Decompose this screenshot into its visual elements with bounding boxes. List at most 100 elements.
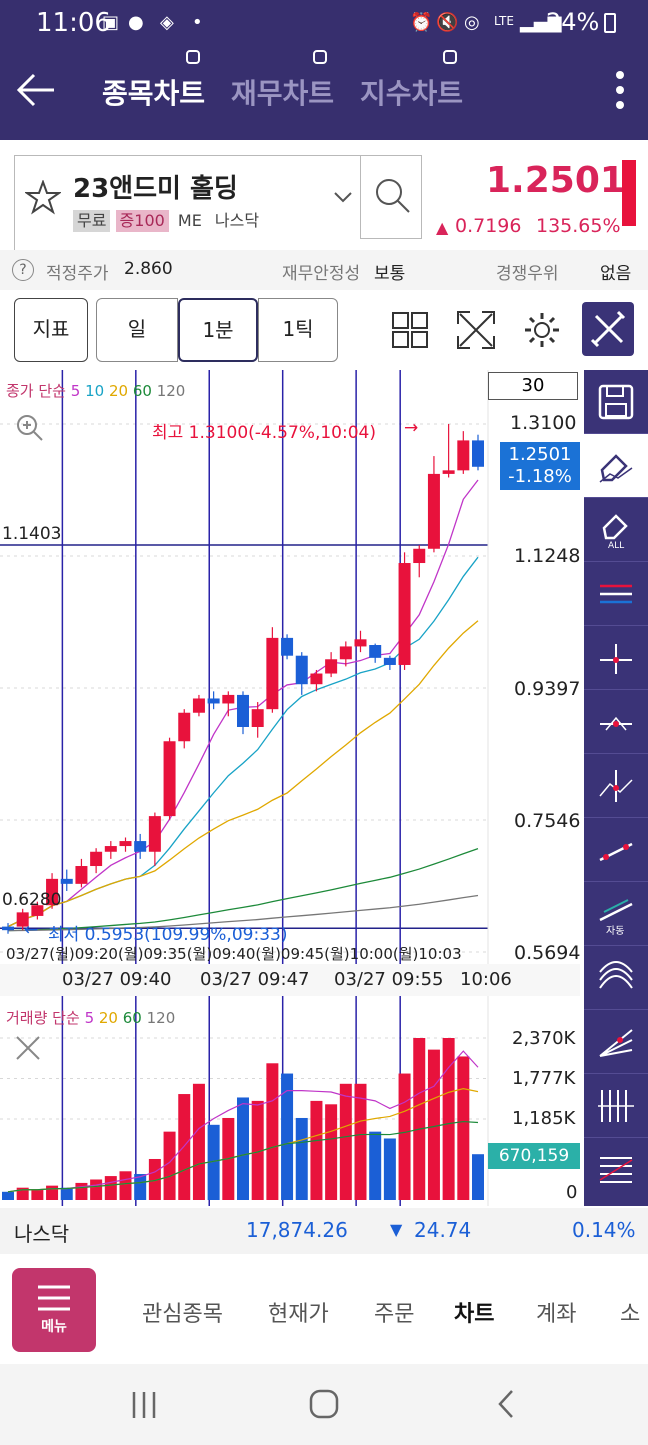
ma-legend-prefix: 종가 단순 <box>6 382 66 400</box>
search-button[interactable] <box>360 155 422 239</box>
vol-y-label-0: 2,370K <box>512 1028 576 1049</box>
period-1min-button[interactable]: 1분 <box>178 298 258 362</box>
nav-watchlist[interactable]: 관심종목 <box>142 1296 223 1328</box>
candle <box>457 431 470 474</box>
x-label-1: 03/27 09:47 <box>200 969 310 990</box>
auto-trend-button[interactable]: 자동 <box>584 882 648 946</box>
ma-legend[interactable]: 종가 단순 5 10 20 60 120 <box>6 380 185 401</box>
nav-account[interactable]: 계좌 <box>536 1296 576 1328</box>
trend-line-button[interactable] <box>584 818 648 882</box>
candle <box>222 691 235 717</box>
tab-financial-chart[interactable]: 재무차트 <box>231 72 334 112</box>
x-label-2: 03/27 09:55 <box>334 969 444 990</box>
tab-stock-chart[interactable]: 종목차트 <box>102 72 205 112</box>
index-change-pct: 0.14% <box>572 1218 636 1242</box>
tab-index-chart[interactable]: 지수차트 <box>360 72 463 112</box>
candle-body <box>442 470 455 474</box>
candle <box>442 424 455 478</box>
volume-bar <box>237 1097 249 1200</box>
vertical-line-button[interactable] <box>584 754 648 818</box>
layout-grid-icon[interactable] <box>392 312 428 348</box>
eraser-button[interactable] <box>584 434 648 498</box>
price-chart[interactable] <box>0 370 580 1206</box>
volume-bar <box>427 1049 440 1200</box>
period-1tick-button[interactable]: 1틱 <box>258 298 338 362</box>
drawing-tools-button[interactable] <box>582 302 634 356</box>
time-cycle-icon <box>598 1090 634 1122</box>
hcl-line-button[interactable] <box>584 562 648 626</box>
erase-all-icon: ALL <box>602 514 628 551</box>
volume-bar <box>383 1138 396 1200</box>
candle <box>266 627 279 713</box>
vertical-line-icon <box>599 770 633 802</box>
vol-legend-prefix: 거래량 단순 <box>6 1009 80 1027</box>
period-day-button[interactable]: 일 <box>96 298 178 362</box>
candle-body <box>237 694 249 727</box>
fullscreen-icon[interactable] <box>456 310 496 350</box>
candle <box>281 634 294 660</box>
recent-apps-icon[interactable] <box>130 1390 158 1420</box>
period-count-box[interactable]: 30 <box>488 372 578 400</box>
candle <box>398 552 411 670</box>
battery-level: 24% <box>546 8 600 36</box>
drawing-toolbar: ALL 자동 <box>584 370 648 1206</box>
tab-badge-icon <box>443 50 457 64</box>
ma-legend-60: 60 <box>132 382 152 400</box>
nav-chart[interactable]: 차트 <box>454 1296 494 1328</box>
current-price-tag: 1.2501 -1.18% <box>500 442 580 490</box>
stock-selector[interactable]: 23앤드미 홀딩 무료 증100 ME 나스닥 <box>14 155 360 255</box>
save-drawing-button[interactable] <box>584 370 648 434</box>
tag-market-code: ME <box>177 211 202 230</box>
index-name: 나스닥 <box>14 1222 70 1246</box>
candle-body <box>354 639 367 647</box>
erase-all-button[interactable]: ALL <box>584 498 648 562</box>
more-notifications-icon: • <box>192 12 203 33</box>
settings-gear-icon[interactable] <box>522 310 562 350</box>
crosshair-icon <box>600 644 632 674</box>
candle <box>237 691 249 735</box>
candle-body <box>134 841 147 852</box>
x-axis: 03/27 09:40 03/27 09:47 03/27 09:55 10:0… <box>0 964 580 996</box>
volume-legend[interactable]: 거래량 단순 5 20 60 120 <box>6 1007 175 1028</box>
candle <box>119 837 132 852</box>
price-bar <box>622 160 636 226</box>
time-cycle-button[interactable] <box>584 1074 648 1138</box>
candle-body <box>178 712 191 742</box>
volume-bar <box>339 1083 352 1200</box>
help-icon[interactable]: ? <box>12 259 34 281</box>
nav-order[interactable]: 주문 <box>374 1296 414 1328</box>
nav-more[interactable]: 소 <box>620 1296 648 1328</box>
favorite-star-icon[interactable] <box>25 180 61 216</box>
vol-y-label-3: 0 <box>566 1182 578 1203</box>
price-change: 0.7196 <box>455 215 522 237</box>
horizontal-line-button[interactable] <box>584 690 648 754</box>
back-icon[interactable] <box>494 1388 518 1420</box>
zoom-in-icon[interactable] <box>14 412 44 442</box>
y-label-3: 0.7546 <box>514 810 581 832</box>
trend-line-icon <box>599 842 633 862</box>
arc-button[interactable] <box>584 946 648 1010</box>
close-volume-icon[interactable] <box>14 1034 42 1062</box>
candle-body <box>266 637 279 710</box>
chevron-down-icon[interactable] <box>333 190 353 204</box>
fan-line-button[interactable] <box>584 1010 648 1074</box>
current-price: 1.2501 <box>486 160 625 201</box>
svg-text:자동: 자동 <box>606 925 624 936</box>
nav-current-price[interactable]: 현재가 <box>268 1296 329 1328</box>
more-options-icon[interactable] <box>612 70 628 110</box>
fibonacci-button[interactable] <box>584 1138 648 1202</box>
back-arrow-icon[interactable] <box>16 72 56 108</box>
stock-name: 23앤드미 홀딩 <box>73 174 238 204</box>
indicator-button[interactable]: 지표 <box>14 298 88 362</box>
home-icon[interactable] <box>308 1388 340 1420</box>
talk-notification-icon: ● <box>128 12 144 33</box>
candle <box>325 652 338 678</box>
fair-price-label: 적정주가 <box>46 264 109 284</box>
candle-body <box>398 563 411 665</box>
vol-legend-20: 20 <box>98 1009 118 1027</box>
candle <box>192 694 205 717</box>
menu-button[interactable]: 메뉴 <box>12 1268 96 1352</box>
volume-bar <box>325 1104 338 1200</box>
index-ticker[interactable]: 나스닥 17,874.26 ▼ 24.74 0.14% <box>0 1208 648 1254</box>
cross-line-button[interactable] <box>584 626 648 690</box>
